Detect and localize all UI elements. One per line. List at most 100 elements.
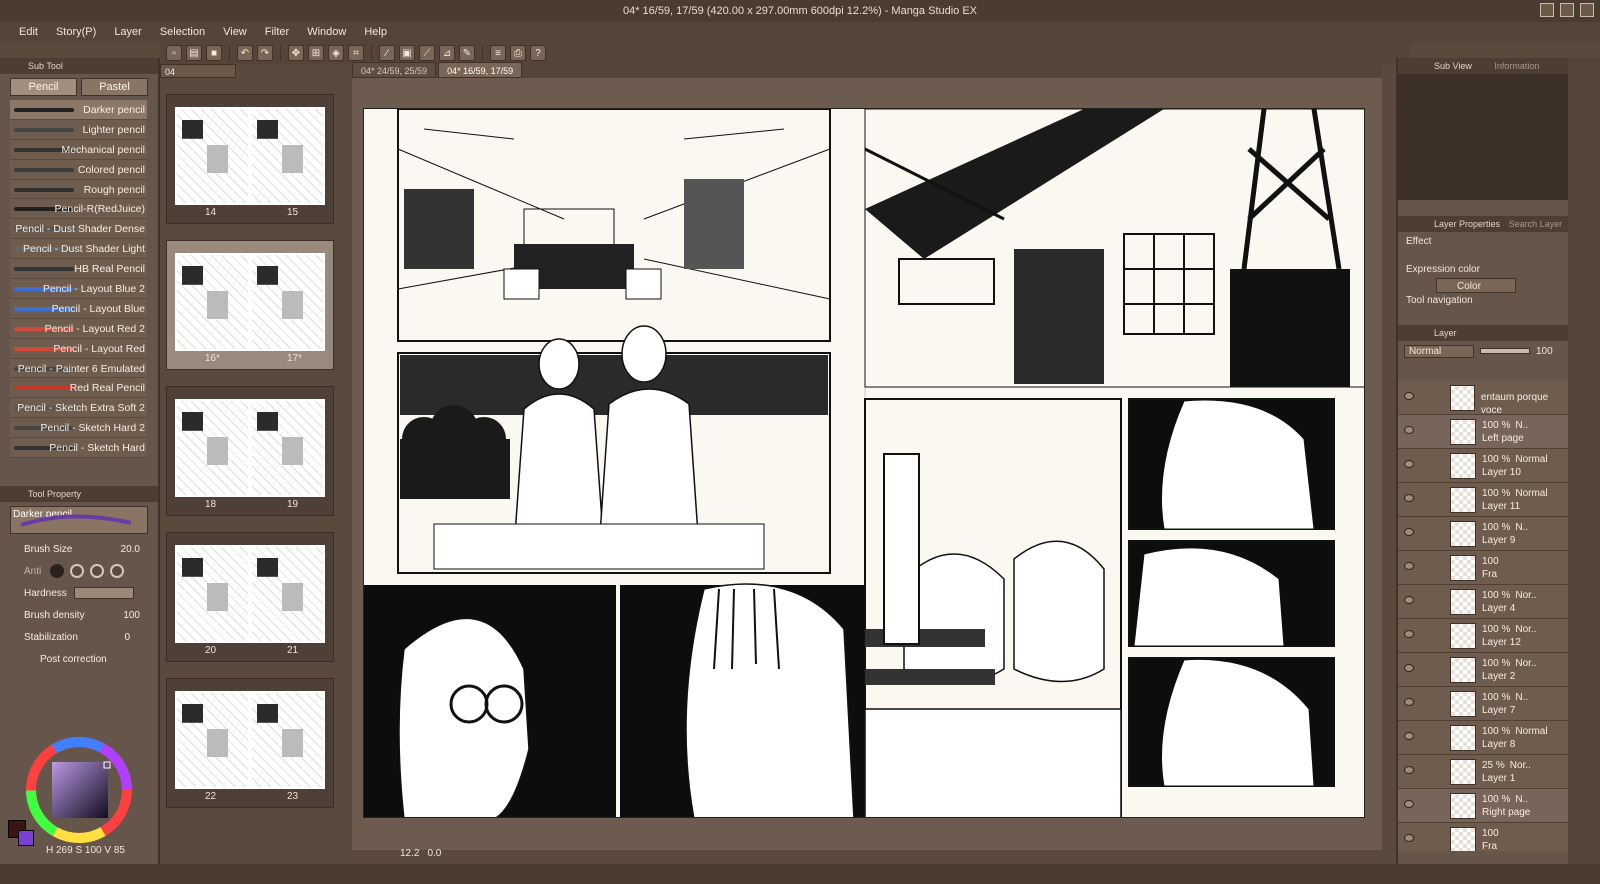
menu-help[interactable]: Help [355, 26, 396, 38]
eye-icon[interactable] [1404, 494, 1414, 502]
sub-tool-tab[interactable]: Sub Tool [0, 58, 158, 74]
brush-item[interactable]: Rough pencil [10, 179, 147, 200]
snap-grid-icon[interactable]: ⊿ [439, 45, 455, 61]
right-scrollbar[interactable] [1568, 58, 1600, 864]
manga-canvas[interactable] [363, 108, 1365, 818]
hardness-slider[interactable] [74, 587, 134, 600]
brush-item[interactable]: Lighter pencil [10, 119, 147, 140]
menu-edit[interactable]: Edit [10, 26, 47, 38]
redo-icon[interactable]: ↷ [257, 45, 273, 61]
brush-item[interactable]: Pencil - Dust Shader Dense [10, 219, 147, 240]
brush-item[interactable]: Pencil - Sketch Hard 2 [10, 418, 147, 439]
sub-color-swatch[interactable] [18, 830, 34, 846]
eye-icon[interactable] [1404, 664, 1414, 672]
page-spread-thumbnail[interactable]: 22 23 [166, 678, 334, 808]
help-icon[interactable]: ? [530, 45, 546, 61]
transform-icon[interactable]: ✥ [288, 45, 304, 61]
tab-sub-view[interactable]: Sub View [1434, 61, 1472, 71]
eye-icon[interactable] [1404, 698, 1414, 706]
eye-icon[interactable] [1404, 732, 1414, 740]
brush-item[interactable]: Pencil - Layout Blue 2 [10, 279, 147, 299]
brush-item[interactable]: Pencil - Sketch Hard [10, 438, 147, 459]
close-button[interactable] [1580, 3, 1594, 17]
save-icon[interactable]: ■ [206, 45, 222, 61]
page-spread-thumbnail[interactable]: 16* 17* [166, 240, 334, 370]
tool-property-tab[interactable]: Tool Property [0, 486, 158, 503]
menu-filter[interactable]: Filter [256, 26, 298, 38]
new-file-icon[interactable]: ▫ [166, 45, 182, 61]
tab-pencil[interactable]: Pencil [10, 78, 77, 96]
fill-icon[interactable]: ◈ [328, 45, 344, 61]
opacity-value[interactable]: 100 [1536, 346, 1553, 357]
brush-item[interactable]: Pencil - Dust Shader Light [10, 239, 147, 260]
minimize-button[interactable] [1540, 3, 1554, 17]
brush-item[interactable]: Pencil-R(RedJuice) [10, 199, 147, 220]
pen-icon[interactable]: ✎ [459, 45, 475, 61]
page-file-tab[interactable]: 04 [160, 64, 236, 78]
anti-alias-strong-icon[interactable] [110, 564, 124, 579]
post-correction-row[interactable]: Post correction [0, 648, 158, 670]
rotation-value[interactable]: 0.0 [427, 848, 441, 862]
tab-pastel[interactable]: Pastel [81, 78, 148, 96]
page-spread-thumbnail[interactable]: 18 19 [166, 386, 334, 516]
layer-row[interactable]: 100 % N.. Layer 9 [1398, 517, 1568, 551]
brush-size-row[interactable]: Brush Size 20.0 [0, 538, 158, 560]
scale-icon[interactable]: ⊞ [308, 45, 324, 61]
brush-item[interactable]: Pencil - Sketch Extra Soft 2 [10, 398, 147, 419]
selection-icon[interactable]: ▣ [399, 45, 415, 61]
tab-information[interactable]: Information [1494, 61, 1539, 71]
menu-view[interactable]: View [214, 26, 256, 38]
eye-icon[interactable] [1404, 800, 1414, 808]
anti-alias-mid-icon[interactable] [90, 564, 104, 579]
manga-artwork[interactable] [364, 109, 1365, 818]
opacity-slider[interactable] [1480, 348, 1530, 354]
layers-icon[interactable]: ≡ [490, 45, 506, 61]
eye-icon[interactable] [1404, 562, 1414, 570]
eye-icon[interactable] [1404, 766, 1414, 774]
menu-window[interactable]: Window [298, 26, 355, 38]
layer-row[interactable]: 100 % Normal Layer 10 [1398, 449, 1568, 483]
brush-item[interactable]: Red Real Pencil [10, 378, 147, 399]
undo-icon[interactable]: ↶ [237, 45, 253, 61]
tab-search-layer[interactable]: Search Layer [1509, 219, 1563, 229]
brush-item[interactable]: Pencil - Painter 6 Emulated [10, 358, 147, 379]
brush-item[interactable]: Colored pencil [10, 159, 147, 180]
brush-item[interactable]: Mechanical pencil [10, 139, 147, 160]
layer-row[interactable]: 25 % Nor.. Layer 1 [1398, 755, 1568, 789]
menu-layer[interactable]: Layer [105, 26, 151, 38]
layer-row[interactable]: 100 % N.. Layer 7 [1398, 687, 1568, 721]
brush-item[interactable]: HB Real Pencil [10, 259, 147, 280]
eye-icon[interactable] [1404, 392, 1414, 400]
brush-item[interactable]: Pencil - Layout Red 2 [10, 318, 147, 339]
brush-density-value[interactable]: 100 [123, 610, 140, 621]
layer-row[interactable]: 100 % Normal Layer 11 [1398, 483, 1568, 517]
crop-icon[interactable]: ⌗ [348, 45, 364, 61]
zoom-value[interactable]: 12.2 [400, 848, 419, 862]
page-spread-thumbnail[interactable]: 20 21 [166, 532, 334, 662]
anti-alias-weak-icon[interactable] [70, 564, 84, 579]
snap-ruler-icon[interactable]: ⟋ [419, 45, 435, 61]
sub-view-area[interactable] [1398, 74, 1568, 200]
hardness-row[interactable]: Hardness [0, 582, 158, 604]
ruler-icon[interactable]: ∕ [379, 45, 395, 61]
blend-mode-select[interactable]: Normal [1404, 344, 1474, 358]
layer-row[interactable]: 100 % Nor.. Layer 2 [1398, 653, 1568, 687]
print-icon[interactable]: ⎙ [510, 45, 526, 61]
anti-alias-none-icon[interactable] [50, 564, 64, 579]
menu-selection[interactable]: Selection [151, 26, 214, 38]
brush-density-row[interactable]: Brush density 100 [0, 604, 158, 626]
layer-row[interactable]: 100 Fra [1398, 551, 1568, 585]
eye-icon[interactable] [1404, 528, 1414, 536]
stabilization-value[interactable]: 0 [124, 632, 130, 643]
doc-tab-24-25[interactable]: 04* 24/59, 25/59 [352, 62, 437, 78]
layer-row[interactable]: 100 % N.. Right page [1398, 789, 1568, 823]
layer-row[interactable]: 100 % Nor.. Layer 12 [1398, 619, 1568, 653]
open-folder-icon[interactable]: ▤ [186, 45, 202, 61]
brush-size-value[interactable]: 20.0 [121, 544, 140, 555]
tab-layer-properties[interactable]: Layer Properties [1434, 219, 1500, 229]
expression-color-select[interactable]: Color [1436, 278, 1516, 293]
layer-panel-tab[interactable]: Layer [1398, 325, 1568, 341]
menu-story[interactable]: Story(P) [47, 26, 105, 38]
layer-row[interactable]: 100 % Nor.. Layer 4 [1398, 585, 1568, 619]
layer-row[interactable]: 100 Fra [1398, 823, 1568, 851]
